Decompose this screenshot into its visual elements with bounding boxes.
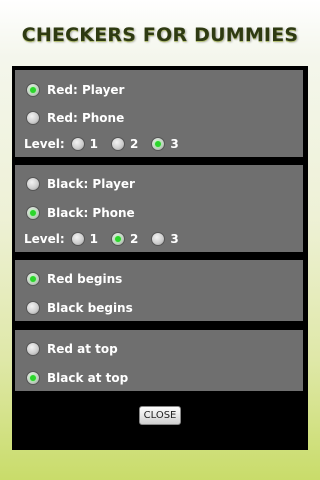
red-player-option[interactable]: Red: Player xyxy=(26,80,124,100)
black-level-3-label: 3 xyxy=(170,232,179,246)
red-level-3-option[interactable]: 3 xyxy=(151,137,179,151)
red-begins-option[interactable]: Red begins xyxy=(26,269,122,289)
red-level-2-label: 2 xyxy=(130,137,139,151)
red-level-group: Level: 1 2 3 xyxy=(24,134,192,154)
black-begins-label: Black begins xyxy=(47,301,133,315)
red-level-3-radio[interactable] xyxy=(151,137,166,151)
black-begins-option[interactable]: Black begins xyxy=(26,298,133,318)
black-level-2-label: 2 xyxy=(130,232,139,246)
red-level-2-radio[interactable] xyxy=(111,137,126,151)
black-level-group: Level: 1 2 3 xyxy=(24,229,192,249)
start-settings-panel: Red begins Black begins xyxy=(15,260,303,321)
black-level-3-option[interactable]: 3 xyxy=(151,232,179,246)
red-level-1-option[interactable]: 1 xyxy=(70,137,99,151)
black-settings-panel: Black: Player Black: Phone Level: 1 2 3 xyxy=(15,165,303,252)
black-at-top-label: Black at top xyxy=(47,371,129,385)
red-at-top-radio[interactable] xyxy=(26,342,40,356)
red-player-label: Red: Player xyxy=(47,83,125,97)
black-phone-option[interactable]: Black: Phone xyxy=(26,203,135,223)
red-at-top-option[interactable]: Red at top xyxy=(26,339,118,359)
black-level-label: Level: xyxy=(24,232,65,246)
black-level-2-radio[interactable] xyxy=(111,232,126,246)
black-at-top-radio[interactable] xyxy=(26,371,40,385)
red-begins-radio[interactable] xyxy=(26,272,40,286)
black-player-option[interactable]: Black: Player xyxy=(26,174,135,194)
red-player-radio[interactable] xyxy=(26,83,40,97)
red-level-label: Level: xyxy=(24,137,65,151)
black-level-2-option[interactable]: 2 xyxy=(111,232,138,246)
red-level-2-option[interactable]: 2 xyxy=(111,137,138,151)
black-begins-radio[interactable] xyxy=(26,301,40,315)
black-level-1-radio[interactable] xyxy=(70,232,85,246)
black-at-top-option[interactable]: Black at top xyxy=(26,368,128,388)
close-button[interactable]: CLOSE xyxy=(139,406,181,425)
red-phone-radio[interactable] xyxy=(26,111,40,125)
red-phone-option[interactable]: Red: Phone xyxy=(26,108,124,128)
black-level-1-option[interactable]: 1 xyxy=(70,232,99,246)
black-level-1-label: 1 xyxy=(89,232,99,246)
black-player-radio[interactable] xyxy=(26,177,40,191)
black-level-3-radio[interactable] xyxy=(151,232,166,246)
black-phone-radio[interactable] xyxy=(26,206,40,220)
red-level-1-radio[interactable] xyxy=(70,137,85,151)
black-phone-label: Black: Phone xyxy=(47,206,135,220)
red-settings-panel: Red: Player Red: Phone Level: 1 2 3 xyxy=(15,70,303,157)
red-level-1-label: 1 xyxy=(89,137,99,151)
orientation-settings-panel: Red at top Black at top xyxy=(15,330,303,391)
red-begins-label: Red begins xyxy=(47,272,123,286)
red-phone-label: Red: Phone xyxy=(47,111,125,125)
black-player-label: Black: Player xyxy=(47,177,135,191)
app-title: CHECKERS FOR DUMMIES xyxy=(21,24,299,46)
settings-dialog: Red: Player Red: Phone Level: 1 2 3 Blac… xyxy=(12,66,308,450)
red-at-top-label: Red at top xyxy=(47,342,118,356)
red-level-3-label: 3 xyxy=(170,137,179,151)
